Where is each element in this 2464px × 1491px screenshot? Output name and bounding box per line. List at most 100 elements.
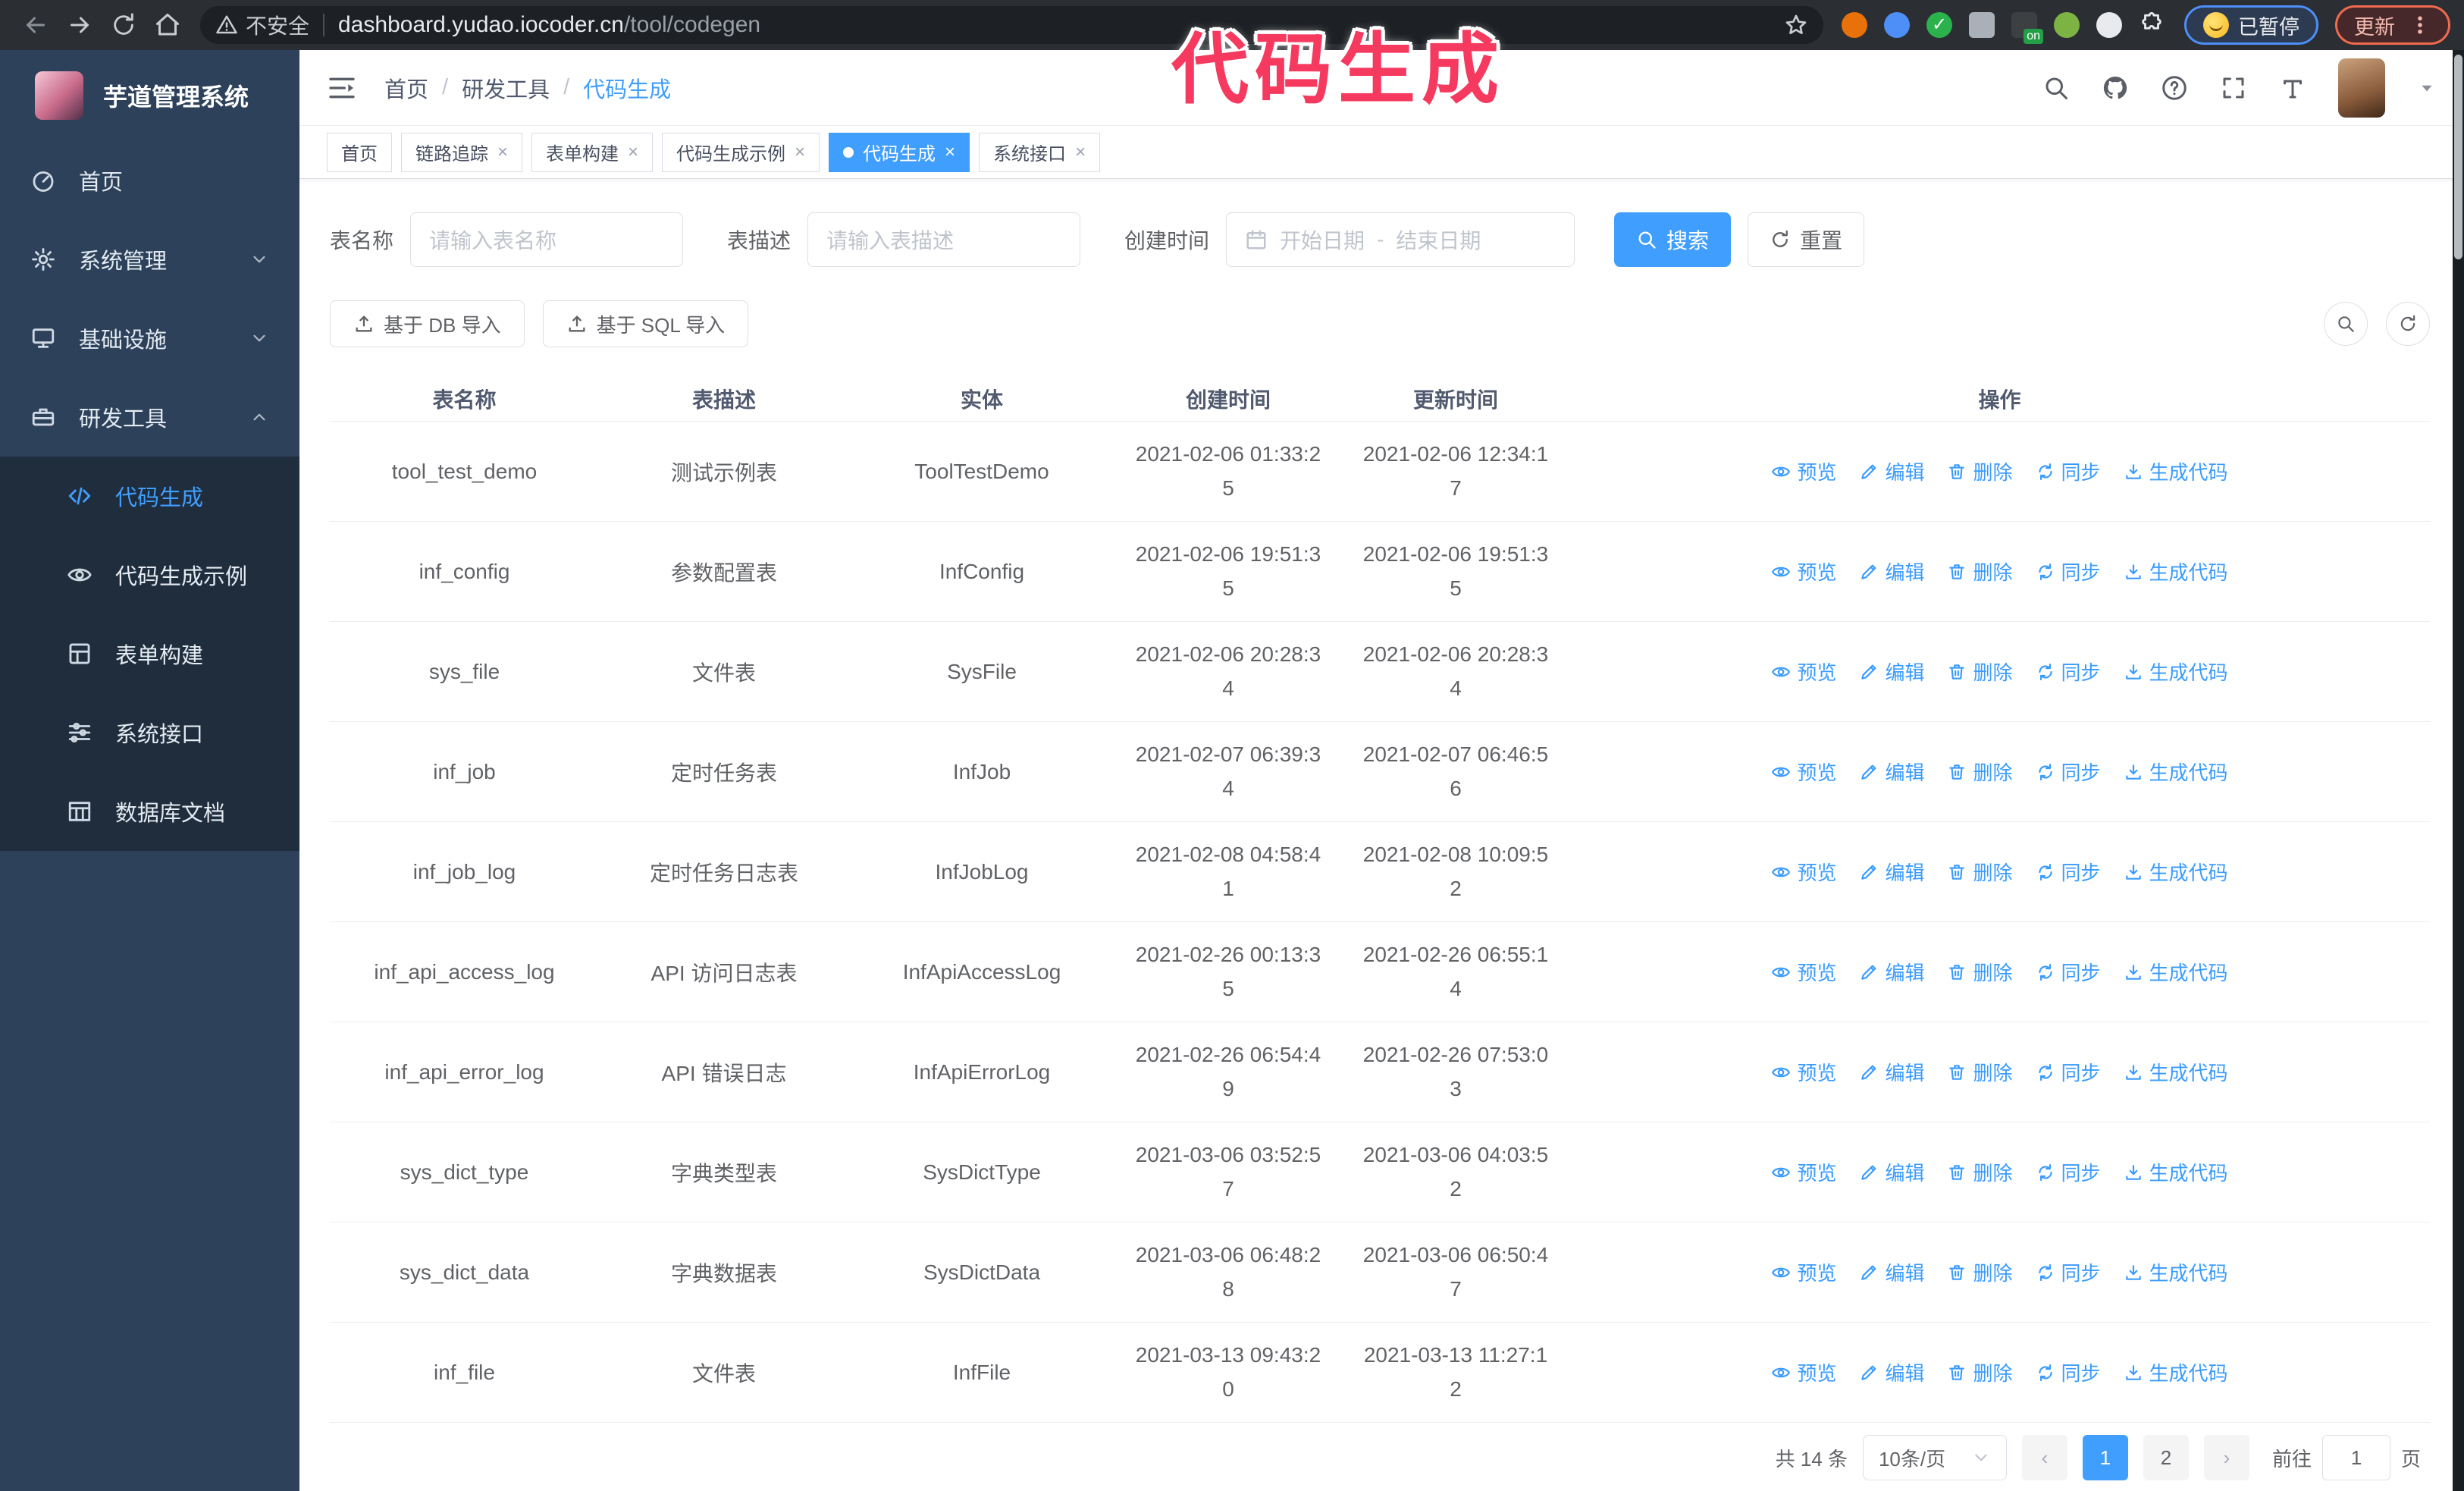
date-range-picker[interactable]: 开始日期 - 结束日期	[1226, 212, 1575, 267]
extension-icon[interactable]	[2096, 12, 2122, 38]
row-action-link[interactable]: 预览	[1771, 1158, 1836, 1186]
sidebar-menu-item[interactable]: 研发工具	[0, 378, 299, 457]
address-bar[interactable]: 不安全 dashboard.yudao.iocoder.cn/tool/code…	[200, 6, 1823, 44]
breadcrumb-item[interactable]: 研发工具	[462, 72, 550, 104]
row-action-link[interactable]: 同步	[2036, 658, 2101, 686]
browser-reload-button[interactable]	[102, 3, 146, 47]
row-action-link[interactable]: 编辑	[1859, 457, 1924, 485]
search-icon[interactable]	[2042, 74, 2070, 102]
row-action-link[interactable]: 同步	[2036, 758, 2101, 786]
row-action-link[interactable]: 编辑	[1859, 658, 1924, 686]
start-date-input[interactable]: 开始日期	[1280, 224, 1365, 255]
sync-paused-badge[interactable]: 已暂停	[2184, 5, 2318, 45]
page-number-button[interactable]: 1	[2082, 1435, 2128, 1480]
row-action-link[interactable]: 删除	[1947, 457, 2013, 485]
sidebar-menu-item[interactable]: 系统管理	[0, 220, 299, 299]
sidebar-submenu-item[interactable]: 代码生成	[0, 457, 299, 535]
row-action-link[interactable]: 删除	[1947, 958, 2013, 986]
page-scrollbar[interactable]	[2453, 50, 2464, 1491]
view-tab[interactable]: 代码生成 ×	[829, 132, 970, 172]
extension-icon[interactable]	[2011, 12, 2043, 44]
row-action-link[interactable]: 编辑	[1859, 1358, 1924, 1386]
close-icon[interactable]: ×	[945, 143, 955, 162]
row-action-link[interactable]: 编辑	[1859, 1058, 1924, 1086]
refresh-table-button[interactable]	[2386, 302, 2430, 346]
end-date-input[interactable]: 结束日期	[1396, 224, 1481, 255]
extension-icon[interactable]	[1969, 12, 1995, 38]
row-action-link[interactable]: 同步	[2036, 958, 2101, 986]
goto-page-input[interactable]: 1	[2321, 1435, 2390, 1480]
row-action-link[interactable]: 删除	[1947, 557, 2013, 585]
browser-back-button[interactable]	[14, 3, 58, 47]
row-action-link[interactable]: 同步	[2036, 858, 2101, 886]
app-logo-row[interactable]: 芋道管理系统	[0, 50, 299, 141]
row-action-link[interactable]: 编辑	[1859, 858, 1924, 886]
table-name-input[interactable]: 请输入表名称	[410, 212, 684, 267]
row-action-link[interactable]: 删除	[1947, 758, 2013, 786]
close-icon[interactable]: ×	[1075, 143, 1086, 162]
row-action-link[interactable]: 预览	[1771, 958, 1836, 986]
row-action-link[interactable]: 同步	[2036, 457, 2101, 485]
row-action-link[interactable]: 预览	[1771, 858, 1836, 886]
browser-home-button[interactable]	[146, 3, 190, 47]
sidebar-submenu-item[interactable]: 数据库文档	[0, 772, 299, 851]
row-action-link[interactable]: 删除	[1947, 1158, 2013, 1186]
page-size-select[interactable]: 10条/页	[1862, 1435, 2007, 1480]
row-action-link[interactable]: 预览	[1771, 457, 1836, 485]
view-tab[interactable]: 表单构建 ×	[531, 132, 654, 172]
row-action-link[interactable]: 编辑	[1859, 557, 1924, 585]
extension-icon[interactable]	[1926, 12, 1952, 38]
row-action-link[interactable]: 生成代码	[2124, 1058, 2228, 1086]
row-action-link[interactable]: 删除	[1947, 858, 2013, 886]
import-sql-button[interactable]: 基于 SQL 导入	[542, 300, 749, 347]
row-action-link[interactable]: 生成代码	[2124, 758, 2228, 786]
row-action-link[interactable]: 删除	[1947, 1058, 2013, 1086]
row-action-link[interactable]: 生成代码	[2124, 658, 2228, 686]
row-action-link[interactable]: 编辑	[1859, 958, 1924, 986]
toggle-search-button[interactable]	[2324, 302, 2368, 346]
breadcrumb-item[interactable]: 首页	[384, 72, 428, 104]
row-action-link[interactable]: 预览	[1771, 758, 1836, 786]
row-action-link[interactable]: 生成代码	[2124, 1358, 2228, 1386]
reset-button[interactable]: 重置	[1748, 212, 1865, 267]
scrollbar-thumb[interactable]	[2454, 55, 2462, 259]
extension-icon[interactable]	[1884, 12, 1910, 38]
sidebar-submenu-item[interactable]: 表单构建	[0, 614, 299, 693]
caret-down-icon[interactable]	[2417, 78, 2437, 98]
import-db-button[interactable]: 基于 DB 导入	[330, 300, 525, 347]
close-icon[interactable]: ×	[628, 143, 638, 162]
row-action-link[interactable]: 同步	[2036, 1158, 2101, 1186]
row-action-link[interactable]: 生成代码	[2124, 858, 2228, 886]
extension-icon[interactable]	[1842, 12, 1867, 38]
sidebar-toggle-icon[interactable]	[327, 73, 357, 103]
sidebar-menu-item[interactable]: 首页	[0, 141, 299, 220]
next-page-button[interactable]: ›	[2203, 1435, 2249, 1480]
prev-page-button[interactable]: ‹	[2021, 1435, 2067, 1480]
sidebar-menu-item[interactable]: 基础设施	[0, 299, 299, 378]
row-action-link[interactable]: 生成代码	[2124, 557, 2228, 585]
row-action-link[interactable]: 编辑	[1859, 758, 1924, 786]
row-action-link[interactable]: 预览	[1771, 1358, 1836, 1386]
extension-icon[interactable]	[2054, 12, 2080, 38]
row-action-link[interactable]: 预览	[1771, 1258, 1836, 1286]
view-tab[interactable]: 链路追踪 ×	[401, 132, 523, 172]
user-avatar[interactable]	[2338, 58, 2385, 118]
row-action-link[interactable]: 预览	[1771, 1058, 1836, 1086]
browser-forward-button[interactable]	[58, 3, 102, 47]
row-action-link[interactable]: 生成代码	[2124, 1258, 2228, 1286]
row-action-link[interactable]: 生成代码	[2124, 457, 2228, 485]
page-number-button[interactable]: 2	[2143, 1435, 2189, 1480]
fullscreen-icon[interactable]	[2220, 74, 2247, 102]
row-action-link[interactable]: 预览	[1771, 658, 1836, 686]
browser-update-button[interactable]: 更新	[2335, 5, 2450, 45]
row-action-link[interactable]: 生成代码	[2124, 1158, 2228, 1186]
sidebar-submenu-item[interactable]: 系统接口	[0, 693, 299, 772]
view-tab[interactable]: 代码生成示例 ×	[662, 132, 820, 172]
view-tab[interactable]: 首页 ×	[327, 132, 392, 172]
search-button[interactable]: 搜索	[1614, 212, 1732, 267]
view-tab[interactable]: 系统接口 ×	[979, 132, 1101, 172]
row-action-link[interactable]: 编辑	[1859, 1258, 1924, 1286]
bookmark-icon[interactable]	[1784, 13, 1808, 37]
browser-menu-kebab-icon[interactable]	[2409, 14, 2431, 36]
sidebar-submenu-item[interactable]: 代码生成示例	[0, 535, 299, 614]
